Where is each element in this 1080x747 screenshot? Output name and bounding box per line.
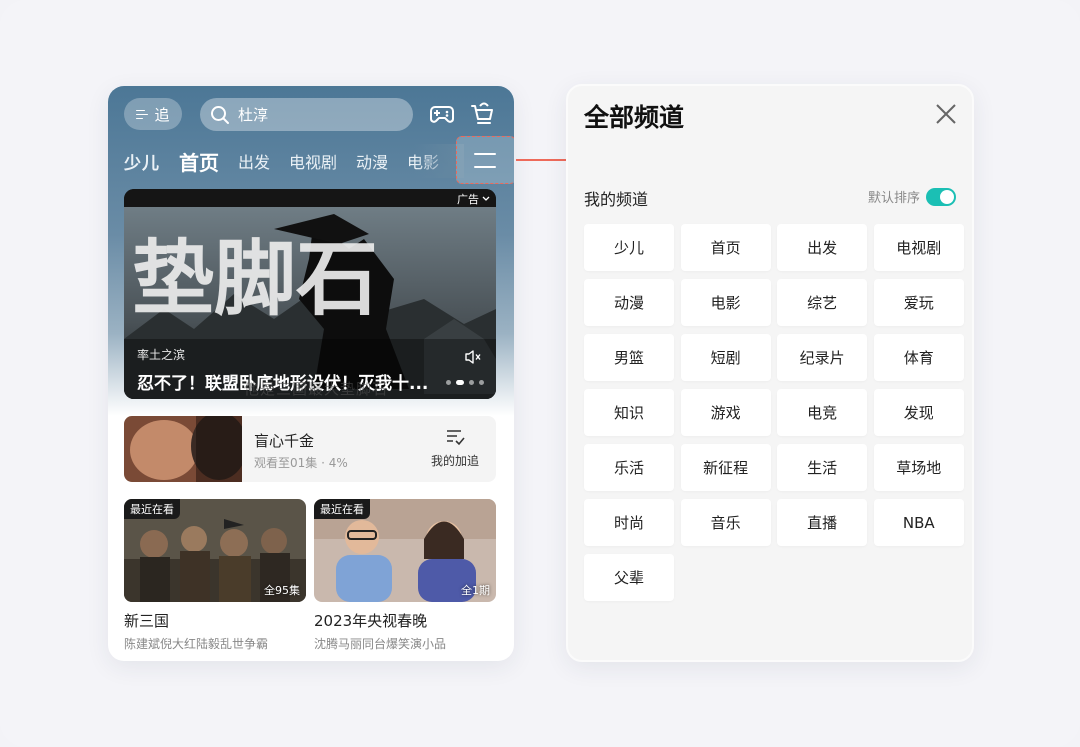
tab-travel[interactable]: 出发 — [238, 149, 270, 173]
search-icon — [211, 105, 229, 124]
menu-icon — [474, 153, 496, 155]
my-channels-label: 我的频道 — [584, 190, 649, 209]
ad-badge[interactable]: 广告 — [457, 191, 490, 207]
banner-calligraphy: 垫脚石 — [132, 231, 378, 327]
panel-footer-partial — [584, 660, 960, 662]
channel-chip[interactable]: 出发 — [777, 224, 868, 271]
hero-banner[interactable]: 垫脚石 广告 率土之滨 忍不了！联盟卧底地形设伏！灭我十... — [124, 189, 496, 399]
all-channels-panel: 全部频道 我的频道 默认排序 少儿 首页 出发 电视剧动漫 电影 综艺 爱玩男篮 短剧 纪录片体… — [566, 84, 974, 662]
card-title: 新三国 — [124, 612, 170, 630]
recent-card[interactable]: 最近在看 全1期 2023年央视春晚 沈腾马丽同台爆笑演小品 — [314, 499, 496, 652]
channel-chip[interactable]: 知识 — [584, 389, 674, 436]
continue-thumbnail — [124, 416, 242, 482]
chevron-down-icon — [482, 196, 490, 201]
phone-home-screen: 追 杜淳 少儿 首页 出发 电视剧 动漫 电影 — [108, 86, 514, 661]
follow-button[interactable]: 追 — [124, 98, 182, 130]
card-title: 2023年央视春晚 — [314, 612, 428, 630]
list-icon — [136, 109, 149, 120]
tab-kids[interactable]: 少儿 — [124, 149, 160, 174]
continue-meta: 观看至01集 · 4% — [254, 456, 348, 470]
channel-chip[interactable]: 生活 — [777, 444, 868, 491]
my-follow-label: 我的加追 — [430, 454, 479, 468]
channel-chip[interactable]: 男篮 — [584, 334, 674, 381]
channel-chip[interactable]: 游戏 — [680, 389, 771, 436]
channel-chip[interactable]: 直播 — [777, 499, 868, 546]
channel-chip[interactable]: 发现 — [873, 389, 964, 436]
carousel-indicator — [446, 380, 484, 385]
channel-chip[interactable]: 纪录片 — [777, 334, 868, 381]
banner-caption: 他是三国最大垫脚石 — [244, 380, 389, 398]
channel-chip[interactable]: 父辈 — [584, 554, 674, 601]
tab-anime[interactable]: 动漫 — [356, 149, 388, 173]
my-follow-button[interactable]: 我的加追 — [428, 428, 482, 469]
recent-badge: 最近在看 — [314, 499, 370, 519]
recent-badge: 最近在看 — [124, 499, 180, 519]
tab-home[interactable]: 首页 — [179, 147, 219, 176]
playlist-check-icon — [447, 430, 465, 446]
all-channels-menu-button[interactable] — [456, 136, 514, 184]
episode-count: 全95集 — [264, 584, 300, 597]
sort-label: 默认排序 — [867, 191, 920, 206]
channel-chip[interactable]: 综艺 — [777, 279, 868, 326]
channel-chip[interactable]: NBA — [873, 499, 964, 546]
episode-count: 全1期 — [461, 584, 490, 597]
channel-chip[interactable]: 电视剧 — [873, 224, 964, 271]
channel-chip[interactable]: 首页 — [680, 224, 771, 271]
sort-control: 默认排序 — [868, 187, 956, 206]
follow-label: 追 — [154, 105, 170, 124]
continue-watching-row[interactable]: 盲心千金 观看至01集 · 4% 我的加追 — [124, 416, 496, 482]
ad-label: 广告 — [457, 193, 479, 206]
close-icon[interactable] — [934, 102, 958, 126]
channel-chip[interactable]: 时尚 — [584, 499, 674, 546]
channel-chip[interactable]: 电影 — [680, 279, 771, 326]
card-thumbnail: 最近在看 全95集 — [124, 499, 306, 602]
search-input[interactable]: 杜淳 — [200, 98, 413, 131]
tab-tv-series[interactable]: 电视剧 — [289, 149, 337, 173]
card-subtitle: 陈建斌倪大红陆毅乱世争霸 — [124, 637, 269, 651]
channel-chip[interactable]: 少儿 — [584, 224, 674, 271]
channel-chip[interactable]: 草场地 — [873, 444, 964, 491]
card-thumbnail: 最近在看 全1期 — [314, 499, 496, 602]
continue-title: 盲心千金 — [254, 432, 315, 450]
channel-chip[interactable]: 爱玩 — [873, 279, 964, 326]
channel-chip[interactable]: 音乐 — [680, 499, 771, 546]
recent-card[interactable]: 最近在看 全95集 新三国 陈建斌倪大红陆毅乱世争霸 — [124, 499, 306, 652]
mute-icon[interactable] — [464, 349, 482, 365]
cart-icon[interactable] — [468, 100, 496, 128]
channel-tabs: 少儿 首页 出发 电视剧 动漫 电影 — [124, 146, 454, 176]
channel-chip[interactable]: 体育 — [873, 334, 964, 381]
panel-title: 全部频道 — [584, 103, 685, 132]
channel-chip[interactable]: 动漫 — [584, 279, 674, 326]
card-subtitle: 沈腾马丽同台爆笑演小品 — [314, 637, 447, 651]
channel-chip[interactable]: 电竞 — [777, 389, 868, 436]
gamepad-icon[interactable] — [428, 100, 456, 128]
channel-chip[interactable]: 短剧 — [680, 334, 771, 381]
banner-subtitle: 率土之滨 — [137, 348, 186, 362]
sort-toggle[interactable] — [926, 187, 956, 206]
channel-chip[interactable]: 新征程 — [680, 444, 771, 491]
channel-chip[interactable]: 乐活 — [584, 444, 674, 491]
search-placeholder: 杜淳 — [238, 106, 269, 124]
banner-artwork: 垫脚石 — [124, 189, 496, 399]
